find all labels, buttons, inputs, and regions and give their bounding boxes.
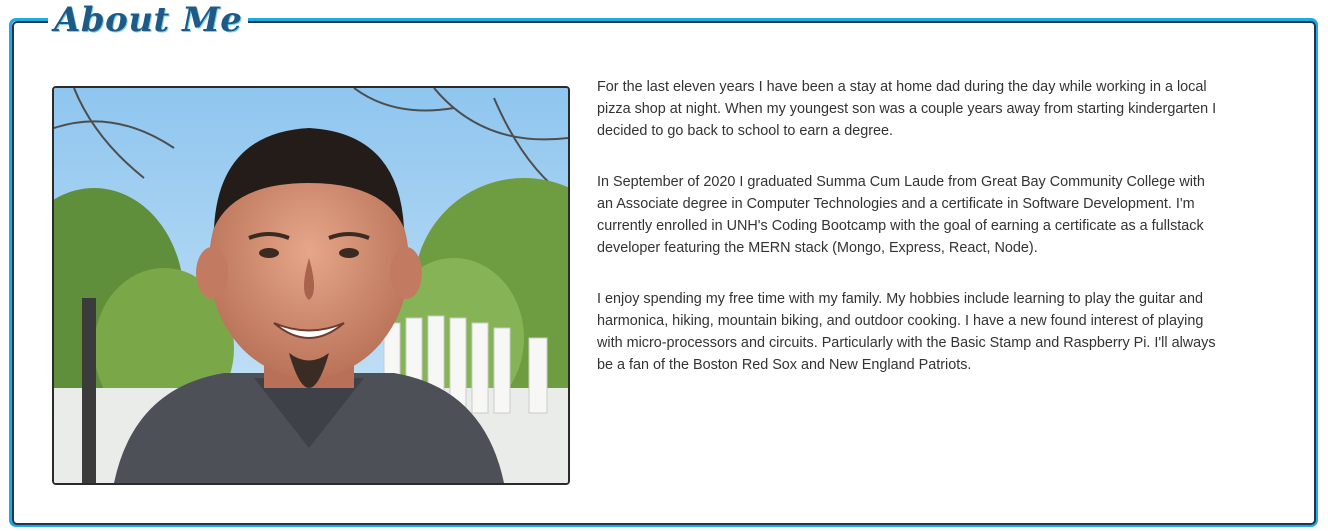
bio-paragraph: For the last eleven years I have been a … — [597, 79, 1217, 139]
about-section: About Me For the last eleven years I hav… — [0, 0, 1328, 531]
bio-paragraph: I enjoy spending my free time with my fa… — [597, 291, 1216, 373]
bio-paragraph: In September of 2020 I graduated Summa C… — [597, 174, 1205, 256]
about-bio: For the last eleven years I have been a … — [597, 76, 1222, 405]
section-title: About Me — [48, 0, 249, 40]
profile-photo — [52, 86, 570, 485]
